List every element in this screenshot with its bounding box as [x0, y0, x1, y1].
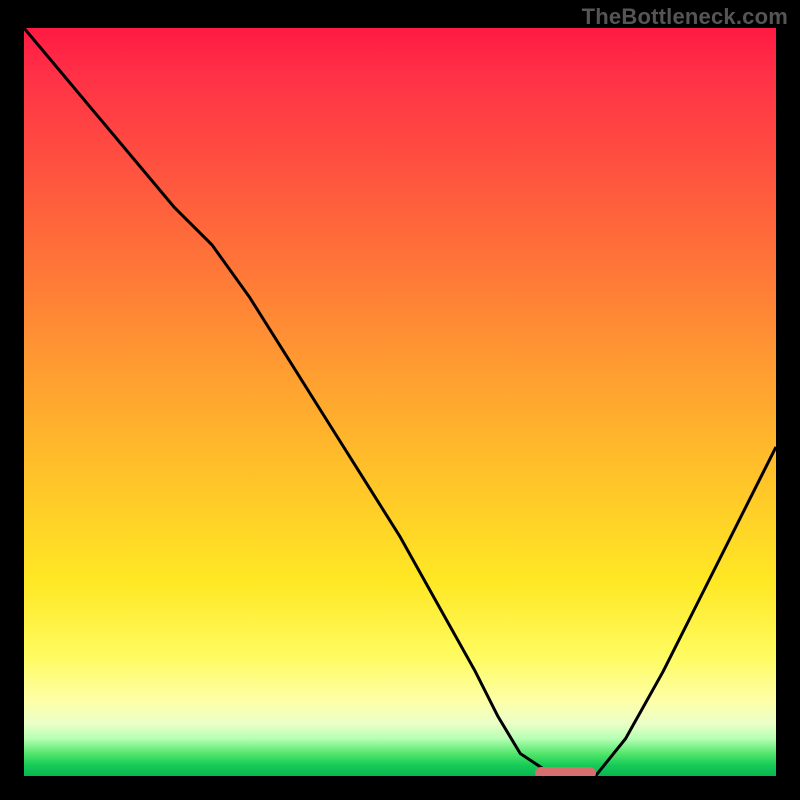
- watermark-text: TheBottleneck.com: [582, 4, 788, 30]
- plot-area: [24, 28, 776, 776]
- curve-path: [24, 28, 776, 776]
- chart-frame: TheBottleneck.com: [0, 0, 800, 800]
- optimum-marker: [535, 767, 595, 776]
- bottleneck-line: [24, 28, 776, 776]
